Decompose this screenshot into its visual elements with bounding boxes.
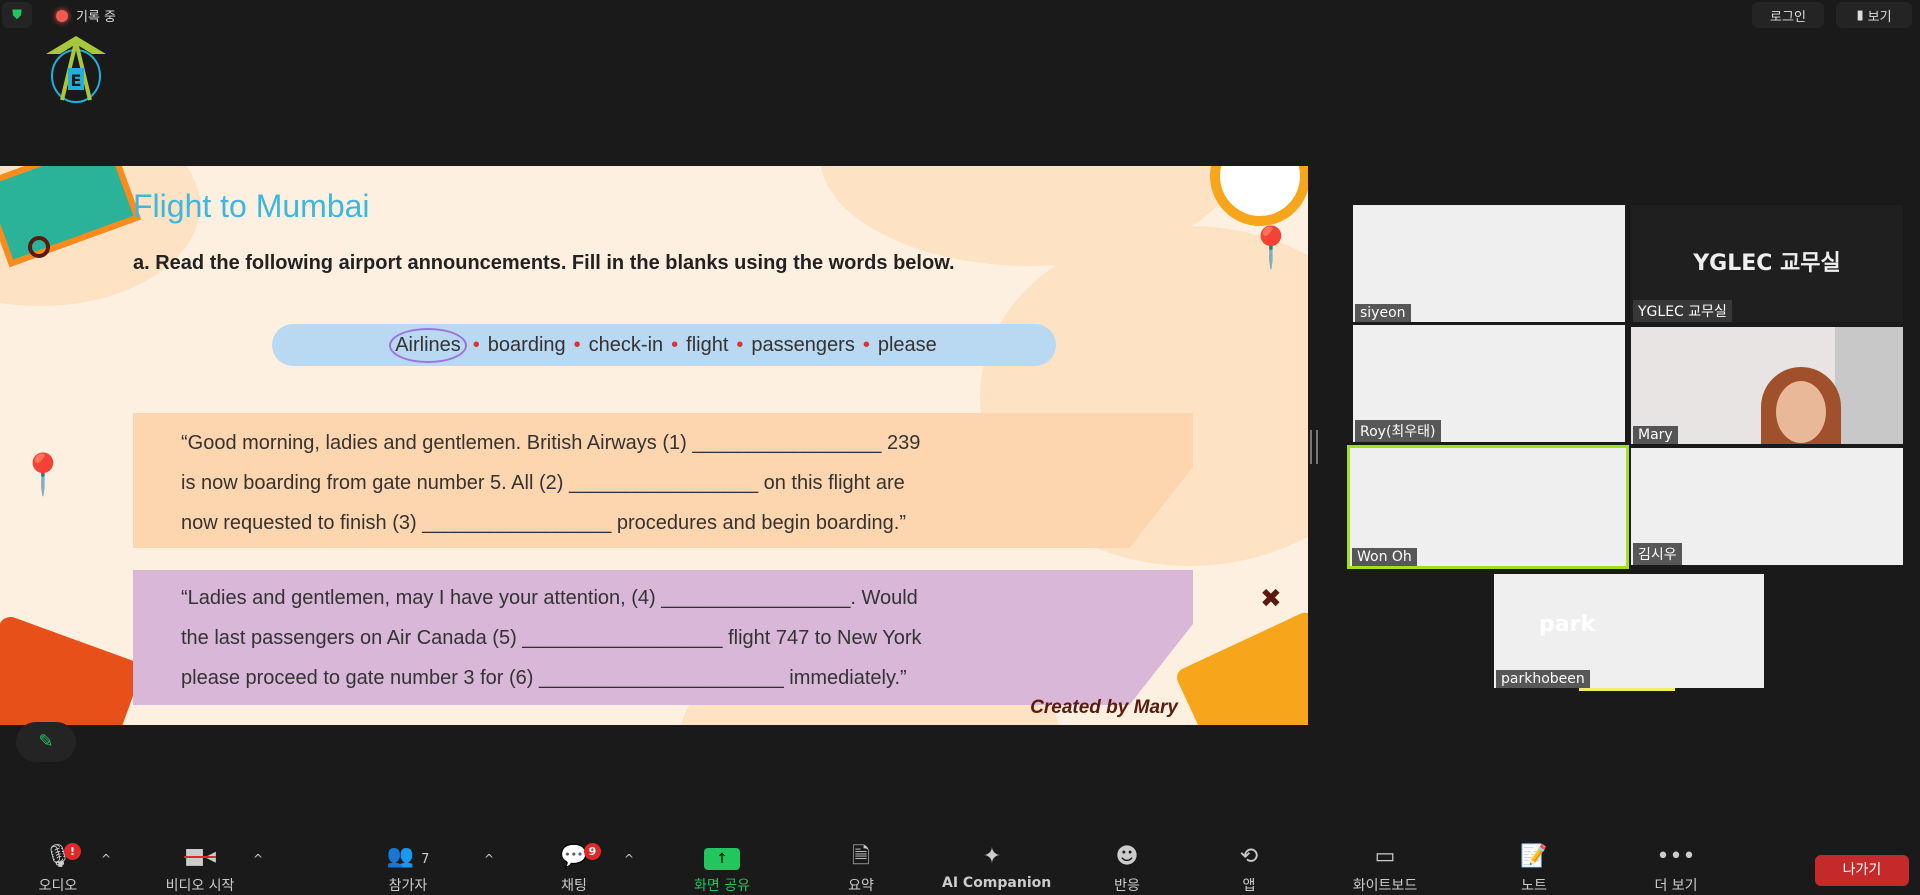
- text-line: now requested to finish (3) ____________…: [181, 512, 906, 534]
- text-line: please proceed to gate number 3 for (6) …: [181, 667, 907, 689]
- share-screen-icon: ↑: [704, 848, 740, 870]
- emoji-add-icon: ☻: [1115, 844, 1139, 869]
- security-shield-icon[interactable]: ⛊: [2, 2, 32, 28]
- participant-name: 김시우: [1633, 543, 1682, 565]
- text-line: the last passengers on Air Canada (5) __…: [181, 627, 922, 649]
- participant-tile-active-speaker[interactable]: Won Oh: [1347, 445, 1629, 569]
- participant-video: [1761, 367, 1841, 444]
- word: check-in: [588, 333, 664, 356]
- more-dots-icon: •••: [1656, 844, 1696, 869]
- slide-instruction: a. Read the following airport announceme…: [133, 252, 955, 274]
- video-options-caret[interactable]: ^: [253, 852, 263, 866]
- chat-unread-badge: 9: [584, 843, 601, 860]
- participant-tile[interactable]: Roy(최우태): [1353, 325, 1625, 442]
- chat-icon: 💬: [560, 844, 588, 869]
- word-bank: Airlines • boarding • check-in • flight • pa…: [272, 324, 1056, 366]
- participant-name: YGLEC 교무실: [1633, 300, 1732, 322]
- share-screen-button[interactable]: ↑ 화면 공유: [672, 843, 772, 895]
- video-off-icon: ■◂: [184, 844, 216, 869]
- participant-tile[interactable]: park parkhobeen: [1494, 574, 1764, 688]
- announcement-1: “Good morning, ladies and gentlemen. Bri…: [133, 413, 1193, 548]
- panel-resize-handle[interactable]: [1310, 430, 1318, 464]
- participant-tile[interactable]: siyeon: [1353, 205, 1625, 322]
- audio-options-caret[interactable]: ^: [101, 852, 111, 866]
- recording-dot-icon: [56, 9, 68, 22]
- login-button[interactable]: 로그인: [1752, 2, 1824, 28]
- word: Airlines: [389, 327, 467, 363]
- circle-decoration: [28, 236, 50, 258]
- apps-button[interactable]: ⟲ 앱: [1199, 843, 1299, 895]
- audio-warning-badge: !: [64, 843, 81, 860]
- participant-tile-video[interactable]: Mary: [1631, 327, 1903, 444]
- participants-button[interactable]: 👥 7 참가자: [358, 843, 458, 895]
- text-line: “Good morning, ladies and gentlemen. Bri…: [181, 432, 921, 454]
- participant-name: Won Oh: [1352, 548, 1417, 566]
- summary-button[interactable]: 🗎 요약: [811, 843, 911, 895]
- participant-display-name: park: [1539, 612, 1596, 637]
- participants-count: 7: [421, 852, 430, 867]
- view-icon: ▮: [1856, 7, 1864, 23]
- sparkle-icon: ✦: [982, 844, 1002, 869]
- recording-label: 기록 중: [76, 10, 117, 25]
- leave-button[interactable]: 나가기: [1815, 855, 1909, 886]
- whiteboard-icon: ▭: [1374, 844, 1396, 869]
- logo-icon: E: [46, 36, 106, 103]
- apps-icon: ⟲: [1239, 844, 1259, 869]
- compass-illustration: [1210, 166, 1308, 226]
- svg-text:E: E: [71, 71, 82, 90]
- participant-display-name: YGLEC 교무실: [1693, 251, 1841, 276]
- summary-icon: 🗎: [852, 844, 870, 869]
- view-button[interactable]: ▮ 보기: [1836, 2, 1912, 28]
- reactions-button[interactable]: ☻ 반응: [1077, 843, 1177, 895]
- recording-indicator[interactable]: 기록 중: [56, 6, 116, 25]
- tile-highlight: [1579, 688, 1675, 691]
- slide-credit: Created by Mary: [1030, 697, 1178, 718]
- audio-button[interactable]: 🎙 오디오: [8, 843, 108, 895]
- chat-button[interactable]: 💬 채팅: [524, 843, 624, 895]
- participant-name: Roy(최우태): [1355, 420, 1441, 442]
- location-pin-icon: 📍: [18, 452, 68, 498]
- ai-companion-button[interactable]: ✦ AI Companion: [942, 843, 1051, 891]
- word: passengers: [751, 333, 855, 356]
- participants-options-caret[interactable]: ^: [484, 852, 494, 866]
- word: please: [877, 333, 937, 356]
- word: flight: [686, 333, 729, 356]
- tickets-illustration: [1173, 609, 1308, 725]
- annotate-pen-button[interactable]: ✎: [16, 722, 76, 762]
- shared-screen-slide: 📍 📍 ✖ Flight to Mumbai a. Read the follo…: [0, 166, 1308, 725]
- microphone-icon: 🎙: [44, 844, 72, 869]
- notes-icon: 📝: [1520, 844, 1548, 869]
- location-pin-icon: 📍: [1246, 225, 1296, 271]
- participants-icon: 👥: [386, 844, 415, 869]
- whiteboard-button[interactable]: ▭ 화이트보드: [1335, 843, 1435, 895]
- more-button[interactable]: ••• 더 보기: [1626, 843, 1726, 895]
- start-video-button[interactable]: ■◂ 비디오 시작: [150, 843, 250, 895]
- text-line: is now boarding from gate number 5. All …: [181, 472, 905, 494]
- participant-tile[interactable]: 김시우: [1631, 448, 1903, 565]
- passport-illustration: [0, 613, 145, 725]
- announcement-2: “Ladies and gentlemen, may I have your a…: [133, 570, 1193, 705]
- participant-tile[interactable]: YGLEC 교무실 YGLEC 교무실: [1631, 205, 1903, 322]
- participant-name: parkhobeen: [1496, 670, 1590, 688]
- participant-name: Mary: [1633, 426, 1678, 444]
- word: boarding: [487, 333, 566, 356]
- text-line: “Ladies and gentlemen, may I have your a…: [181, 587, 918, 609]
- notes-button[interactable]: 📝 노트: [1484, 843, 1584, 895]
- x-decoration: ✖: [1260, 584, 1282, 614]
- participant-name: siyeon: [1355, 304, 1411, 322]
- chat-options-caret[interactable]: ^: [624, 852, 634, 866]
- slide-title: Flight to Mumbai: [133, 188, 370, 224]
